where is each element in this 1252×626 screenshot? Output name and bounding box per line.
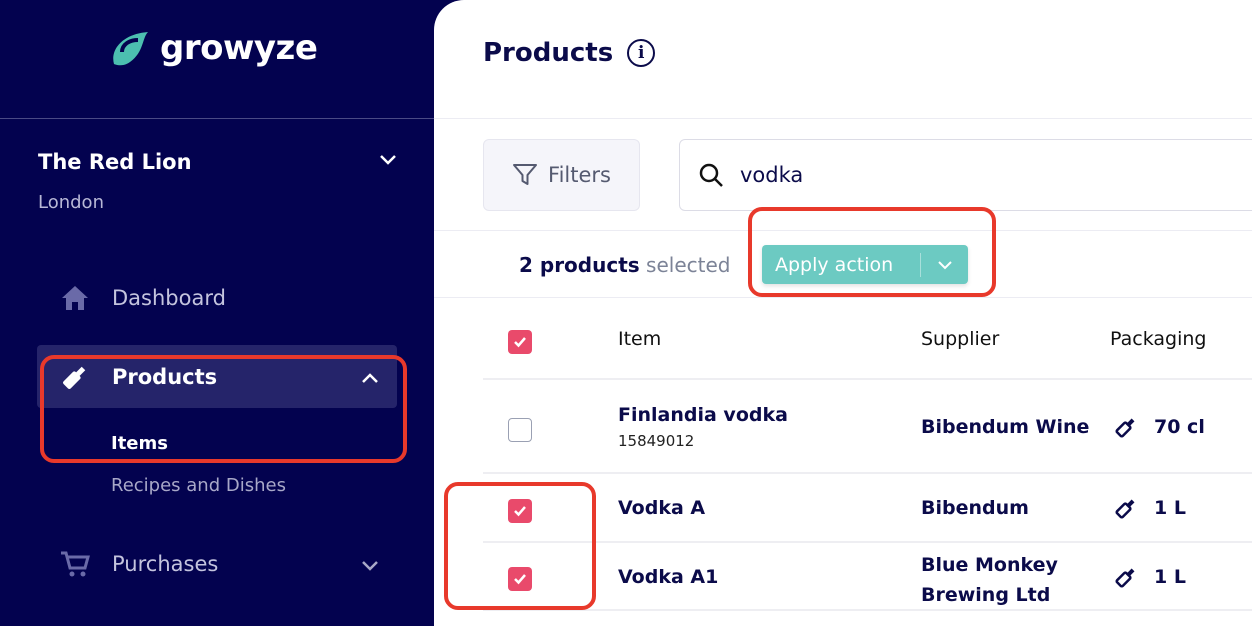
sidebar-item-purchases[interactable]: Purchases [60,550,218,578]
search-icon [699,163,723,187]
venue-name[interactable]: The Red Lion [38,150,192,174]
divider [483,541,1252,543]
filter-icon [513,164,538,185]
column-header-supplier[interactable]: Supplier [921,328,999,350]
divider [483,609,1252,611]
supplier: Bibendum Wine [921,416,1090,438]
packaging: 1 L [1114,496,1186,520]
filters-button[interactable]: Filters [483,139,640,211]
annotation-box [40,355,407,463]
chevron-down-icon[interactable] [378,150,398,170]
supplier: Bibendum [921,497,1029,519]
item-name[interactable]: Vodka A1 [618,566,718,588]
check-icon [514,337,526,348]
bottle-icon [1115,568,1135,588]
cart-icon [61,551,90,577]
annotation-box [444,482,596,610]
info-icon[interactable]: i [627,39,656,67]
chevron-down-icon[interactable] [360,556,380,576]
search-field[interactable] [679,139,1252,211]
bottle-icon [1115,418,1135,438]
venue-city: London [38,192,104,213]
packaging: 70 cl [1114,415,1205,439]
select-all-checkbox[interactable] [508,330,532,354]
search-input[interactable] [740,163,1140,187]
column-header-item[interactable]: Item [618,328,661,350]
growyze-logo[interactable]: growyze [108,28,318,68]
selection-count: 2 products selected [519,253,731,277]
packaging: 1 L [1114,565,1186,589]
row-checkbox[interactable] [508,418,532,442]
supplier: Blue Monkey Brewing Ltd [921,554,1058,606]
sidebar: growyze The Red Lion London Dashboard Pr… [0,0,434,626]
divider [483,472,1252,474]
page-title: Products i [483,38,656,68]
item-name[interactable]: Finlandia vodka [618,404,788,426]
divider [434,297,1252,298]
annotation-box [748,207,996,297]
main-content: Products i Filters 2 products selected A… [434,0,1252,626]
item-name[interactable]: Vodka A [618,497,705,519]
divider [434,118,1252,119]
divider [483,378,1252,380]
sidebar-item-dashboard[interactable]: Dashboard [60,284,226,312]
bottle-icon [1115,499,1135,519]
item-code: 15849012 [618,432,695,450]
sidebar-subitem-recipes[interactable]: Recipes and Dishes [111,475,286,496]
logo-icon [113,32,148,66]
column-header-packaging[interactable]: Packaging [1110,328,1206,350]
divider [0,118,434,119]
home-icon [62,286,88,310]
